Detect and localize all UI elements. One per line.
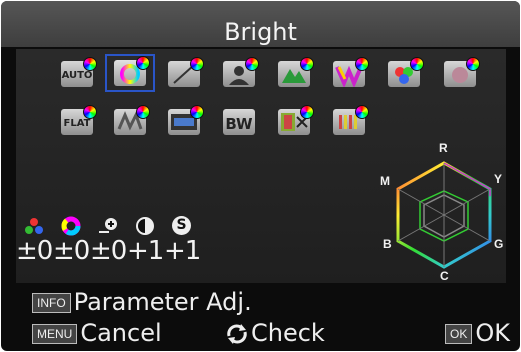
camera-lcd-screen: Bright AUTO FLAT BW ±0 ±0 ±0 +1 S +1 R Y… [1, 1, 520, 351]
high-low-key-icon [90, 211, 125, 237]
tone-radiant[interactable] [388, 57, 424, 87]
adjust-mark-icon [245, 57, 259, 71]
adjust-mark-icon [355, 57, 369, 71]
title-bar: Bright [1, 1, 520, 47]
info-row[interactable]: INFO Parameter Adj. [32, 288, 252, 316]
check-label: Check [251, 319, 325, 347]
image-tone-panel: AUTO FLAT BW ±0 ±0 ±0 +1 S +1 R Y G C B … [16, 49, 506, 283]
saturation-value: ±0 [16, 236, 53, 266]
adjust-mark-icon [190, 105, 204, 119]
adjust-mark-icon [410, 57, 424, 71]
tone-portrait[interactable] [223, 57, 259, 87]
high-low-key-param: ±0 [90, 211, 127, 266]
hue-param: ±0 [53, 211, 90, 266]
tone-bright[interactable] [114, 56, 150, 86]
hex-label-m: M [380, 174, 390, 188]
contrast-icon [127, 211, 162, 237]
sharpness-icon: S [164, 211, 199, 237]
contrast-param: +1 [127, 211, 164, 266]
sharpness-value: +1 [164, 236, 201, 266]
tone-natural[interactable] [168, 57, 204, 87]
contrast-value: +1 [127, 236, 164, 266]
ok-row[interactable]: OK OK [445, 319, 510, 347]
hue-value: ±0 [53, 236, 90, 266]
sharpness-param: S +1 [164, 211, 201, 266]
adjust-mark-icon [300, 57, 314, 71]
tone-flat[interactable]: FLAT [61, 105, 97, 135]
tone-auto-select[interactable]: AUTO [61, 57, 97, 87]
hue-icon [53, 211, 88, 237]
tone-custom[interactable] [333, 105, 369, 135]
adjust-mark-icon [83, 105, 97, 119]
adjust-mark-icon [466, 57, 480, 71]
sharpness-symbol: S [172, 216, 191, 235]
menu-key: MENU [32, 324, 78, 344]
check-row[interactable]: Check [223, 319, 325, 347]
cancel-label: Cancel [80, 319, 162, 347]
adjust-mark-icon [190, 57, 204, 71]
tone-reversal-film[interactable] [168, 105, 204, 135]
saturation-icon [16, 211, 51, 237]
tone-muted[interactable] [444, 57, 480, 87]
hex-label-b: B [383, 237, 392, 251]
tone-monochrome[interactable]: BW [223, 109, 255, 135]
tone-vibrant[interactable] [333, 57, 369, 89]
adjust-mark-icon [355, 105, 369, 119]
hex-label-r: R [439, 141, 448, 155]
ok-key: OK [445, 324, 473, 344]
hex-label-c: C [440, 269, 449, 283]
adjust-mark-icon [300, 105, 314, 119]
hex-label-y: Y [494, 172, 503, 186]
saturation-param: ±0 [16, 211, 53, 266]
tone-cross-processing[interactable] [278, 105, 314, 135]
adjust-mark-icon [83, 57, 97, 71]
adjust-mark-icon [136, 105, 150, 119]
info-key: INFO [32, 293, 71, 313]
high-low-key-value: ±0 [90, 236, 127, 266]
rotate-dial-icon [227, 324, 247, 344]
cancel-row[interactable]: MENU Cancel [32, 319, 162, 347]
color-hexagon-graph [396, 161, 492, 269]
adjust-mark-icon [136, 56, 150, 70]
tone-landscape[interactable] [278, 57, 314, 87]
tone-label: BW [225, 115, 253, 133]
image-tone-title: Bright [224, 18, 297, 46]
hex-label-g: G [494, 237, 504, 251]
ok-label: OK [475, 319, 510, 347]
tone-bleach-bypass[interactable] [114, 105, 150, 135]
info-label: Parameter Adj. [73, 288, 252, 316]
